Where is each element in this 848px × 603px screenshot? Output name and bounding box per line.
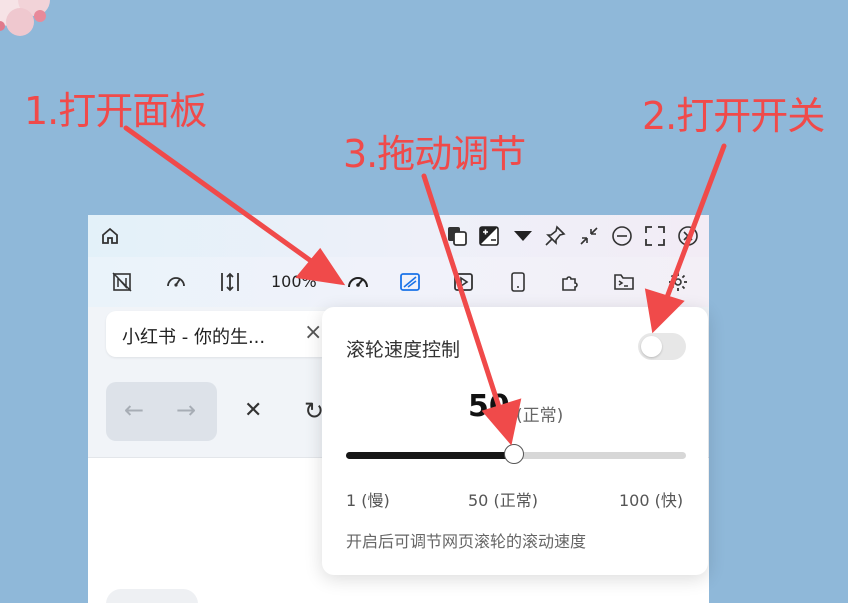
contrast-icon[interactable]: [478, 225, 500, 247]
panel-description: 开启后可调节网页滚轮的滚动速度: [346, 532, 587, 551]
shrink-icon[interactable]: [578, 225, 600, 247]
tab-close-icon[interactable]: ×: [304, 320, 322, 345]
forward-arrow-icon[interactable]: →: [176, 396, 196, 424]
toggle-knob: [641, 336, 662, 357]
tab-title: 小红书 - 你的生...: [122, 327, 266, 348]
dropdown-triangle-icon[interactable]: [512, 225, 534, 247]
zoom-level[interactable]: 100%: [271, 272, 317, 291]
back-arrow-icon[interactable]: ←: [124, 396, 144, 424]
video-icon[interactable]: [452, 270, 476, 294]
mobile-icon[interactable]: [506, 270, 530, 294]
scroll-speed-icon[interactable]: [346, 270, 370, 294]
speed-note: (正常): [516, 406, 564, 426]
tab-xiaohongshu[interactable]: 小红书 - 你的生... ×: [106, 311, 336, 357]
home-icon[interactable]: [99, 225, 121, 247]
slider-max-label: 100 (快): [619, 491, 684, 510]
title-bar: [88, 215, 709, 257]
history-buttons: ← →: [106, 382, 217, 441]
speed-slider-fill: [346, 452, 515, 459]
pin-icon[interactable]: [544, 225, 566, 247]
annotation-step-3: 3.拖动调节: [343, 132, 526, 176]
content-pill: [106, 589, 198, 603]
annotation-step-2: 2.打开开关: [642, 94, 825, 138]
scroll-speed-toggle[interactable]: [638, 333, 686, 360]
scroll-speed-panel: 滚轮速度控制 50 (正常) 1 (慢) 50 (正常) 100 (快) 开启后…: [322, 307, 708, 575]
speed-slider-thumb[interactable]: [504, 444, 525, 464]
close-window-icon[interactable]: [677, 225, 699, 247]
panel-title: 滚轮速度控制: [346, 339, 461, 361]
speed-slider-track[interactable]: [346, 444, 686, 464]
no-image-icon[interactable]: [110, 270, 134, 294]
minimize-icon[interactable]: [611, 225, 633, 247]
fullscreen-icon[interactable]: [644, 225, 666, 247]
vertical-adjust-icon[interactable]: [218, 270, 242, 294]
extension-icon[interactable]: [558, 270, 582, 294]
settings-gear-icon[interactable]: [666, 270, 690, 294]
dark-mode-icon[interactable]: [398, 270, 422, 294]
copy-window-icon[interactable]: [446, 225, 468, 247]
slider-min-label: 1 (慢): [346, 491, 390, 510]
stop-icon[interactable]: ✕: [244, 398, 262, 423]
annotation-step-1: 1.打开面板: [24, 89, 207, 133]
toolbar: 100%: [88, 257, 709, 307]
speed-value: 50: [468, 389, 510, 424]
terminal-icon[interactable]: [612, 270, 636, 294]
slider-mid-label: 50 (正常): [468, 491, 538, 510]
speedometer-icon[interactable]: [164, 270, 188, 294]
flower-decoration: [0, 0, 50, 36]
